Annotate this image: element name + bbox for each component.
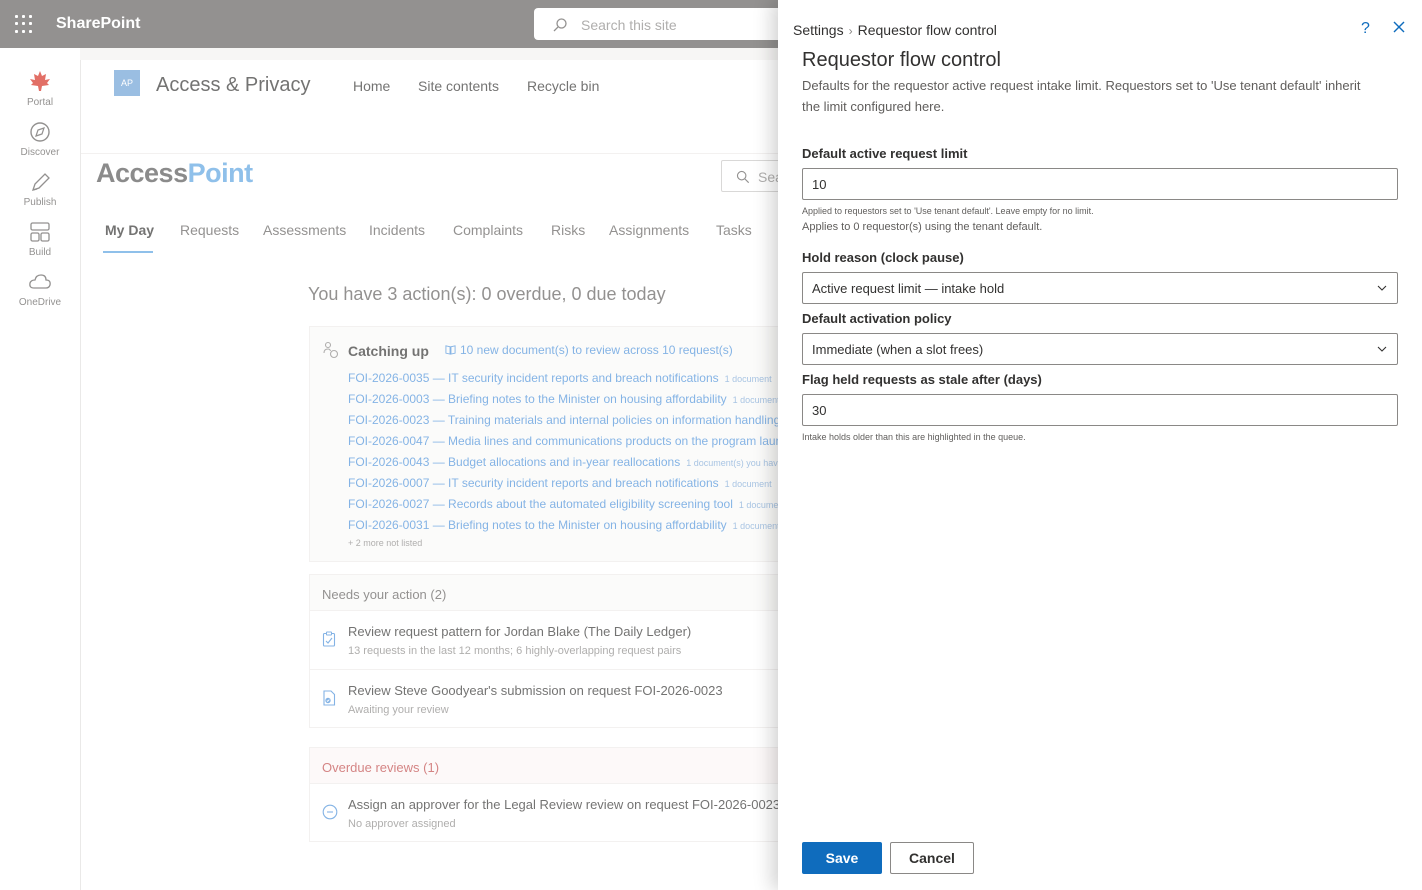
help-icon[interactable]: ? bbox=[1361, 20, 1370, 38]
limit-label: Default active request limit bbox=[802, 146, 968, 161]
panel-title: Requestor flow control bbox=[802, 49, 1001, 71]
chevron-down-icon bbox=[1377, 346, 1387, 352]
activation-policy-value: Immediate (when a slot frees) bbox=[812, 342, 984, 357]
save-button[interactable]: Save bbox=[802, 842, 882, 874]
close-icon[interactable] bbox=[1392, 20, 1406, 34]
default-active-request-limit-input[interactable]: 10 bbox=[802, 168, 1398, 200]
settings-panel: Settings › Requestor flow control ? Reques… bbox=[778, 0, 1422, 890]
stale-days-label: Flag held requests as stale after (days) bbox=[802, 372, 1042, 387]
chevron-right-icon: › bbox=[848, 24, 853, 38]
limit-hint: Applied to requestors set to 'Use tenant… bbox=[802, 206, 1094, 216]
hold-reason-value: Active request limit — intake hold bbox=[812, 281, 1005, 296]
activation-policy-label: Default activation policy bbox=[802, 311, 952, 326]
breadcrumb: Settings › Requestor flow control bbox=[793, 22, 997, 38]
limit-applies-text: Applies to 0 requestor(s) using the tena… bbox=[802, 221, 1043, 233]
panel-overlay[interactable] bbox=[0, 0, 778, 890]
stale-days-input[interactable]: 30 bbox=[802, 394, 1398, 426]
breadcrumb-current: Requestor flow control bbox=[857, 22, 997, 38]
chevron-down-icon bbox=[1377, 285, 1387, 291]
breadcrumb-settings[interactable]: Settings bbox=[793, 22, 844, 38]
hold-reason-select[interactable]: Active request limit — intake hold bbox=[802, 272, 1398, 304]
hold-reason-label: Hold reason (clock pause) bbox=[802, 250, 964, 265]
panel-description: Defaults for the requestor active reques… bbox=[802, 78, 1361, 114]
activation-policy-select[interactable]: Immediate (when a slot frees) bbox=[802, 333, 1398, 365]
stale-days-hint: Intake holds older than this are highlig… bbox=[802, 432, 1026, 442]
cancel-button[interactable]: Cancel bbox=[890, 842, 974, 874]
